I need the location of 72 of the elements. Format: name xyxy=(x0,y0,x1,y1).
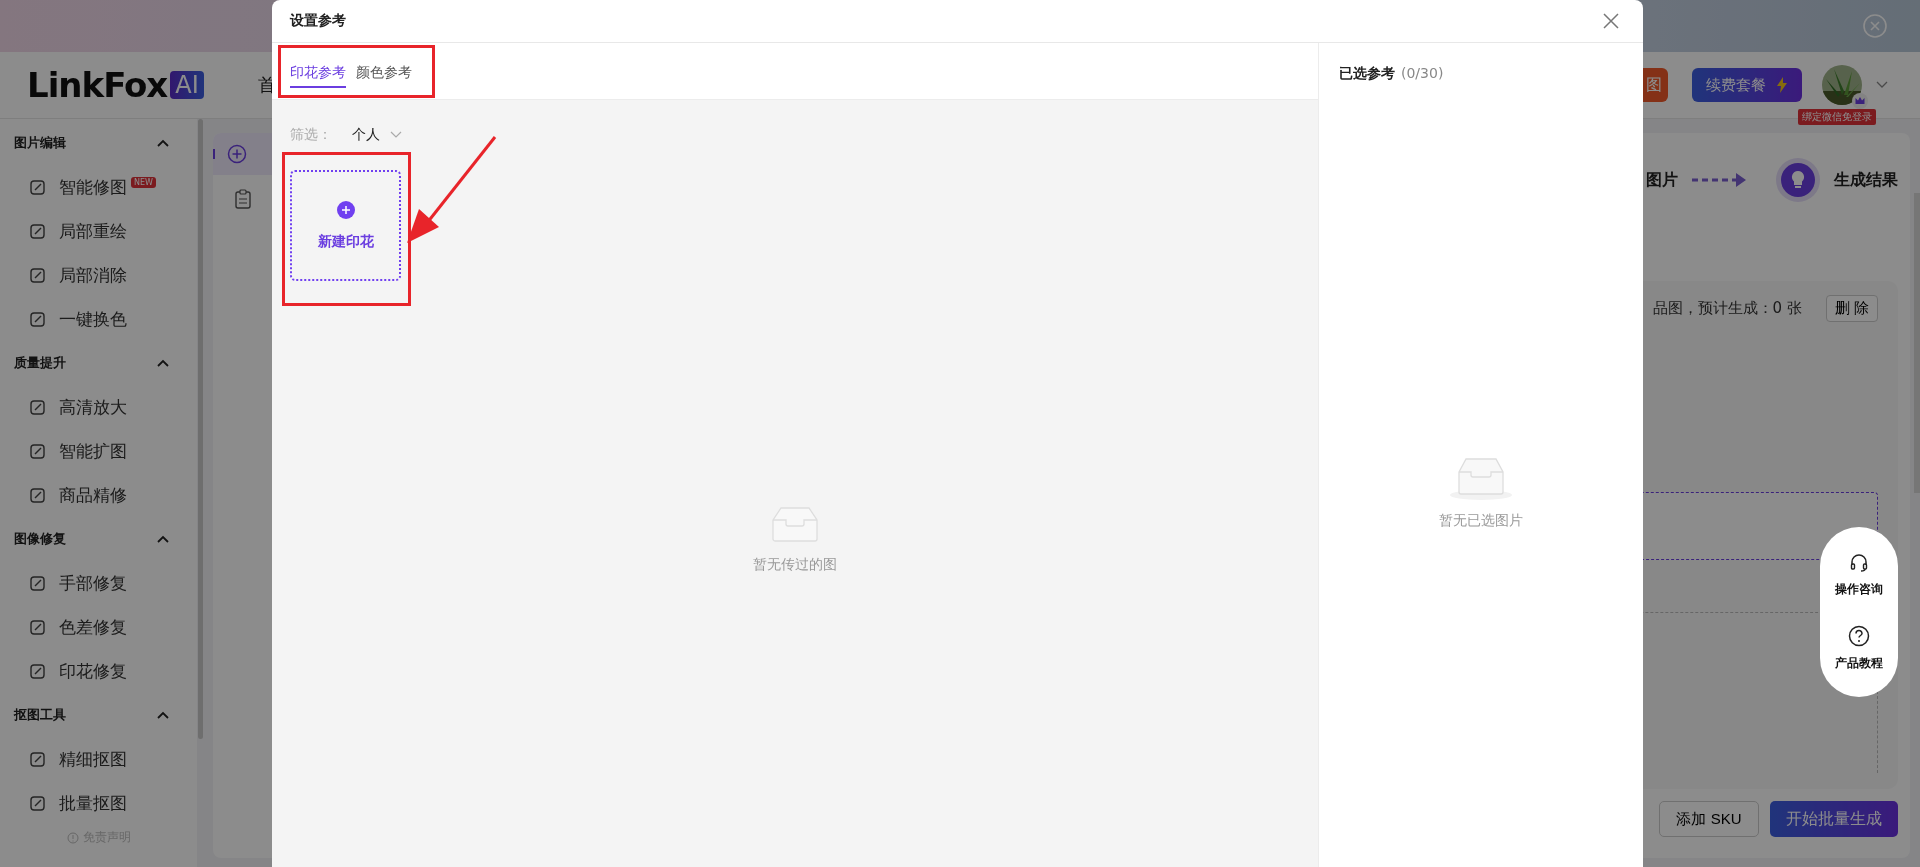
empty-inbox-icon xyxy=(1449,456,1513,500)
chevron-down-icon[interactable] xyxy=(1876,81,1888,89)
tool-icon xyxy=(29,266,47,284)
chevron-icon[interactable] xyxy=(157,711,169,719)
sidebar-item[interactable]: 智能修图 NEW xyxy=(0,165,197,209)
sidebar-item[interactable]: 高清放大 xyxy=(0,385,197,429)
step-label: 生成结果 xyxy=(1834,169,1898,191)
section-title: 图像修复 xyxy=(14,530,66,548)
filter-dropdown[interactable]: 个人 xyxy=(352,126,402,144)
tool-icon xyxy=(29,750,47,768)
chevron-down-icon xyxy=(390,131,402,139)
tool-icon xyxy=(29,222,47,240)
start-button[interactable]: 开始批量生成 xyxy=(1770,801,1898,837)
tool-icon xyxy=(29,178,47,196)
login-hint-badge[interactable]: 绑定微信免登录 xyxy=(1798,109,1876,125)
add-circle-icon[interactable] xyxy=(227,144,247,164)
empty-message: 暂无传过的图 xyxy=(753,556,837,574)
tool-icon xyxy=(29,618,47,636)
renew-button[interactable]: 续费套餐 xyxy=(1692,68,1802,102)
lightning-icon xyxy=(1776,77,1788,93)
scrollbar[interactable] xyxy=(198,119,203,739)
help-item[interactable]: 产品教程 xyxy=(1835,624,1883,672)
new-badge: NEW xyxy=(131,176,156,188)
logo[interactable]: LinkFox AI xyxy=(27,65,204,105)
sidebar-item[interactable]: 精细抠图 xyxy=(0,737,197,781)
tool-icon xyxy=(29,310,47,328)
tool-icon xyxy=(29,486,47,504)
tab[interactable]: 印花参考 xyxy=(290,60,346,88)
sidebar-item[interactable]: 局部消除 xyxy=(0,253,197,297)
crown-icon xyxy=(1852,93,1868,109)
add-sku-button[interactable]: 添加 SKU xyxy=(1659,801,1759,837)
panel-title: 已选参考 xyxy=(1339,65,1395,83)
chevron-icon[interactable] xyxy=(157,139,169,147)
sidebar-item[interactable]: 批量抠图 xyxy=(0,781,197,825)
summary-text: 品图，预计生成：0 张 xyxy=(1652,299,1802,318)
help-item[interactable]: 操作咨询 xyxy=(1835,552,1883,598)
lightbulb-icon xyxy=(1776,158,1820,202)
sidebar-item[interactable]: 印花修复 xyxy=(0,649,197,693)
clipboard-icon[interactable] xyxy=(234,189,252,209)
sidebar-item[interactable]: 色差修复 xyxy=(0,605,197,649)
close-icon[interactable] xyxy=(1603,13,1619,29)
sidebar-item[interactable]: 商品精修 xyxy=(0,473,197,517)
section-title: 抠图工具 xyxy=(14,706,66,724)
dashed-arrow xyxy=(1692,172,1748,188)
section-title: 质量提升 xyxy=(14,354,66,372)
new-print-card[interactable]: 新建印花 xyxy=(290,170,401,281)
delete-button[interactable]: 删 除 xyxy=(1825,295,1878,322)
tool-icon xyxy=(29,398,47,416)
sidebar-item[interactable]: 局部重绘 xyxy=(0,209,197,253)
selection-count: (0/30) xyxy=(1401,65,1444,81)
filter-label: 筛选： xyxy=(290,126,332,144)
info-icon xyxy=(66,831,79,844)
headset-icon xyxy=(1849,552,1869,573)
chevron-icon[interactable] xyxy=(157,535,169,543)
dialog-title: 设置参考 xyxy=(290,12,346,30)
empty-inbox-icon xyxy=(772,506,818,542)
marker-bar xyxy=(213,149,215,159)
sidebar-item[interactable]: 手部修复 xyxy=(0,561,197,605)
nav-link[interactable]: 首 xyxy=(257,73,276,97)
empty-message: 暂无已选图片 xyxy=(1439,512,1523,530)
help-icon xyxy=(1848,624,1870,647)
tool-icon xyxy=(29,442,47,460)
chevron-icon[interactable] xyxy=(157,359,169,367)
tool-icon xyxy=(29,794,47,812)
section-title: 图片编辑 xyxy=(14,134,66,152)
add-icon xyxy=(336,200,355,219)
step-label: 图片 xyxy=(1646,169,1678,191)
tool-icon xyxy=(29,574,47,592)
sidebar-item[interactable]: 智能扩图 xyxy=(0,429,197,473)
tab[interactable]: 颜色参考 xyxy=(356,60,412,88)
tool-icon xyxy=(29,662,47,680)
sidebar-item[interactable]: 一键换色 xyxy=(0,297,197,341)
